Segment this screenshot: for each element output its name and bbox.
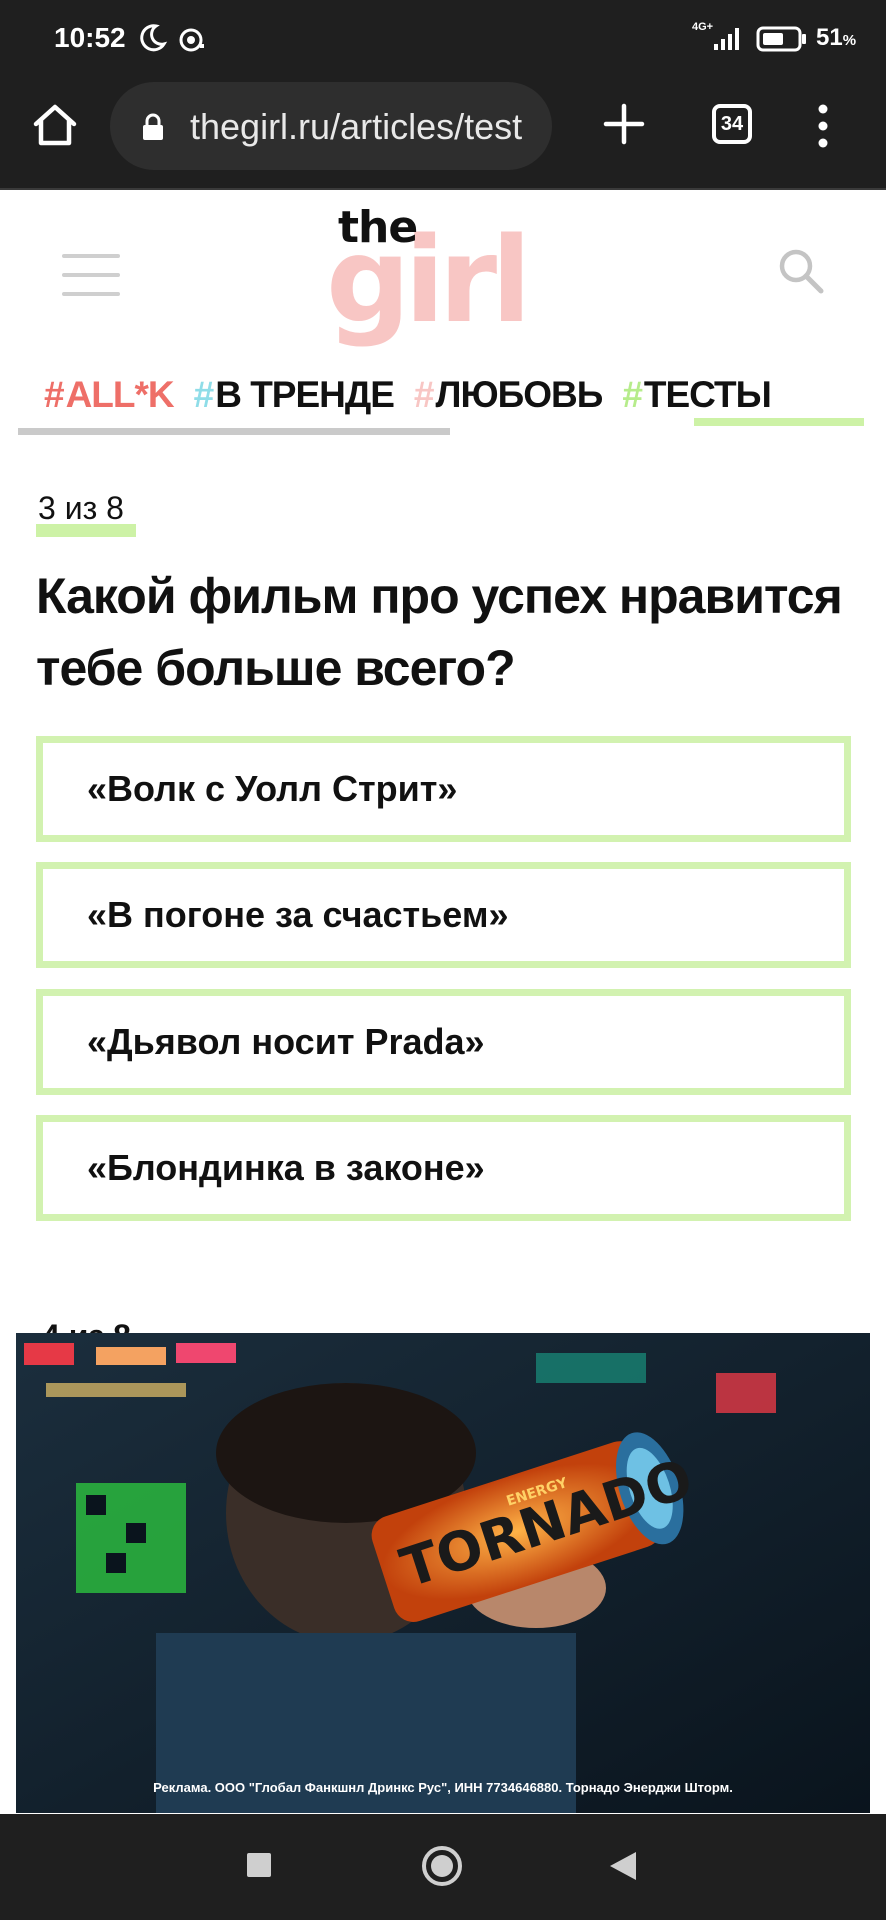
tag-scroll-indicator [18,428,450,435]
address-bar[interactable]: thegirl.ru/articles/test [110,82,552,170]
lock-icon [143,113,163,140]
menu-hamburger-icon[interactable] [62,254,124,300]
system-nav-bar [0,1814,886,1920]
tag-lyubov[interactable]: #ЛЮБОВЬ [414,374,603,416]
answer-option[interactable]: «Волк с Уолл Стрит» [36,736,851,842]
answer-option[interactable]: «Блондинка в законе» [36,1115,851,1221]
back-icon[interactable] [608,1850,638,1882]
tag-active-underline [694,418,864,426]
status-bar: 10:52 4G+ 51% [0,0,886,78]
new-tab-icon[interactable] [600,100,648,148]
advertisement-banner[interactable]: TORNADO ENERGY Реклама. ООО "Глобал Фанк… [16,1333,870,1813]
network-type: 4G+ [692,21,714,33]
notification-icon [179,28,204,52]
recents-icon[interactable] [246,1852,272,1878]
browser-toolbar: thegirl.ru/articles/test 34 [0,78,886,190]
tab-switcher-button[interactable]: 34 [712,104,752,144]
search-icon[interactable] [776,246,826,296]
tag-v-trende[interactable]: #В ТРЕНДЕ [194,374,395,416]
battery-icon [756,26,806,52]
home-icon[interactable] [30,100,80,150]
signal-icon [714,28,739,50]
battery-percent: 51% [816,24,857,51]
tag-testy[interactable]: #ТЕСТЫ [622,374,771,416]
status-time: 10:52 [54,22,126,53]
home-circle-icon[interactable] [420,1844,464,1888]
tag-allk[interactable]: #ALL*K [44,374,175,416]
site-logo[interactable]: girl the [326,206,566,346]
answer-option[interactable]: «Дьявол носит Prada» [36,989,851,1095]
tag-nav: #ALL*K #В ТРЕНДЕ #ЛЮБОВЬ #ТЕСТЫ [44,370,864,420]
more-menu-icon[interactable] [808,102,838,150]
url-text: thegirl.ru/articles/test [190,106,523,147]
ad-disclaimer: Реклама. ООО "Глобал Фанкшнл Дринкс Рус"… [153,1780,733,1795]
ad-image: TORNADO ENERGY [16,1333,870,1813]
answer-option[interactable]: «В погоне за счастьем» [36,862,851,968]
quiz-question: Какой фильм про успех нравится тебе боль… [36,568,843,696]
moon-icon [140,24,168,52]
logo-the-text: the [338,202,418,253]
quiz-progress: 3 из 8 [38,490,124,526]
